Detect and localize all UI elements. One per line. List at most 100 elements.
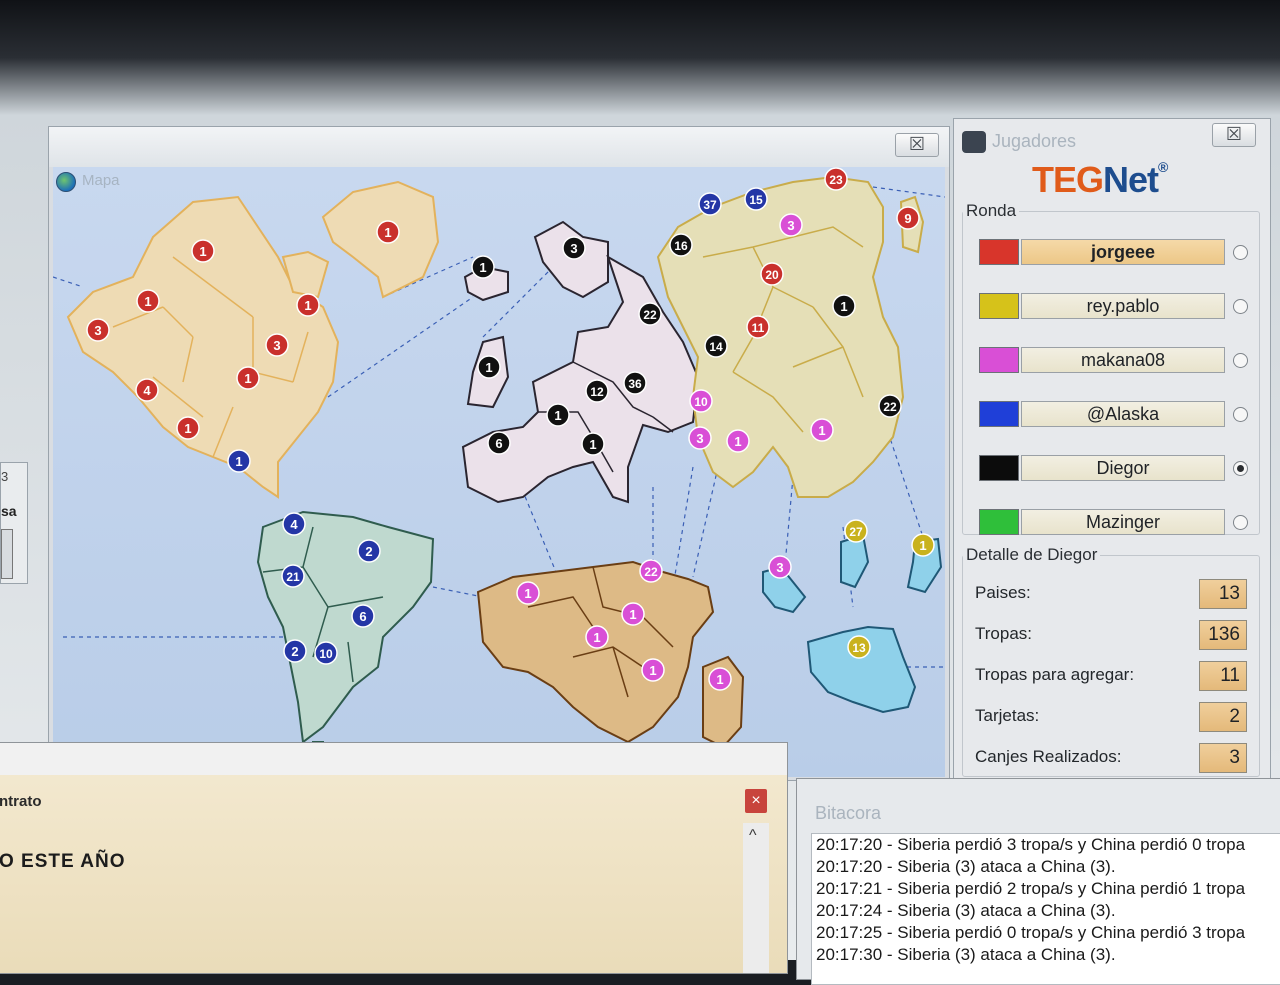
army-count: 21 bbox=[286, 570, 300, 584]
map-close-button[interactable]: ☒ bbox=[895, 133, 939, 157]
army-badge[interactable]: 3 bbox=[265, 333, 289, 357]
army-badge[interactable]: 1 bbox=[236, 366, 260, 390]
army-badge[interactable]: 2 bbox=[283, 639, 307, 663]
army-badge[interactable]: 9 bbox=[896, 206, 920, 230]
army-badge[interactable]: 1 bbox=[708, 667, 732, 691]
detail-row: Tropas: 136 bbox=[975, 620, 1255, 650]
army-badge[interactable]: 12 bbox=[585, 379, 609, 403]
player-radio[interactable] bbox=[1233, 515, 1248, 530]
army-badge[interactable]: 27 bbox=[844, 519, 868, 543]
army-badge[interactable]: 4 bbox=[282, 512, 306, 536]
army-badge[interactable]: 37 bbox=[698, 192, 722, 216]
army-badge[interactable]: 4 bbox=[135, 378, 159, 402]
player-color-swatch bbox=[979, 239, 1019, 265]
army-count: 1 bbox=[524, 586, 531, 601]
army-badge[interactable]: 36 bbox=[623, 371, 647, 395]
army-badge[interactable]: 1 bbox=[726, 429, 750, 453]
army-badge[interactable]: 3 bbox=[562, 236, 586, 260]
army-count: 1 bbox=[485, 360, 492, 375]
scroll-up-icon[interactable]: ^ bbox=[749, 827, 757, 845]
map-canvas[interactable]: 1 1 3 1 1 3 4 1 1 1 4 2 21 6 2 10 1 3 22 1 12 36 1 6 1 16 14 1 22 37 1… bbox=[53, 167, 945, 777]
army-badge[interactable]: 1 bbox=[176, 416, 200, 440]
army-badge[interactable]: 1 bbox=[810, 418, 834, 442]
army-badge[interactable]: 1 bbox=[191, 239, 215, 263]
army-badge[interactable]: 22 bbox=[639, 559, 663, 583]
army-badge[interactable]: 21 bbox=[281, 564, 305, 588]
detail-value: 3 bbox=[1199, 743, 1247, 773]
army-badge[interactable]: 1 bbox=[136, 289, 160, 313]
army-count: 1 bbox=[840, 299, 847, 314]
player-radio[interactable] bbox=[1233, 461, 1248, 476]
log-area[interactable]: 20:17:20 - Siberia perdió 3 tropa/s y Ch… bbox=[811, 833, 1280, 985]
player-radio[interactable] bbox=[1233, 407, 1248, 422]
log-line: 20:17:20 - Siberia perdió 3 tropa/s y Ch… bbox=[816, 835, 1246, 854]
army-badge[interactable]: 1 bbox=[641, 658, 665, 682]
army-badge[interactable]: 1 bbox=[471, 255, 495, 279]
army-badge[interactable]: 10 bbox=[689, 389, 713, 413]
player-row[interactable]: rey.pablo bbox=[979, 289, 1259, 323]
army-badge[interactable]: 1 bbox=[227, 449, 251, 473]
army-badge[interactable]: 1 bbox=[832, 294, 856, 318]
map-titlebar[interactable] bbox=[49, 127, 949, 167]
player-row[interactable]: jorgeee bbox=[979, 235, 1259, 269]
player-row[interactable]: makana08 bbox=[979, 343, 1259, 377]
army-badge[interactable]: 3 bbox=[86, 318, 110, 342]
army-count: 6 bbox=[359, 609, 366, 624]
army-badge[interactable]: 6 bbox=[351, 604, 375, 628]
army-badge[interactable]: 13 bbox=[847, 635, 871, 659]
world-map[interactable]: 1131 134111422162 1013221123616 1161412237 1… bbox=[53, 167, 945, 777]
army-badge[interactable]: 20 bbox=[760, 262, 784, 286]
army-badge[interactable]: 1 bbox=[296, 293, 320, 317]
side-window-top-text: 3 bbox=[1, 469, 9, 484]
army-badge[interactable]: 1 bbox=[585, 625, 609, 649]
army-badge[interactable]: 1 bbox=[546, 403, 570, 427]
army-count: 37 bbox=[703, 198, 717, 212]
army-badge[interactable]: 15 bbox=[744, 187, 768, 211]
contrato-titlebar[interactable] bbox=[0, 743, 787, 775]
side-window-button[interactable] bbox=[1, 529, 13, 579]
tegnet-logo: TEGNet® bbox=[1032, 159, 1168, 201]
army-badge[interactable]: 14 bbox=[704, 334, 728, 358]
players-close-button[interactable]: ☒ bbox=[1212, 123, 1256, 147]
army-badge[interactable]: 22 bbox=[878, 394, 902, 418]
army-badge[interactable]: 3 bbox=[688, 426, 712, 450]
player-name: @Alaska bbox=[1021, 401, 1225, 427]
army-count: 2 bbox=[291, 644, 298, 659]
army-count: 3 bbox=[570, 241, 577, 256]
contrato-title: ntrato bbox=[0, 793, 42, 810]
army-badge[interactable]: 2 bbox=[357, 539, 381, 563]
army-badge[interactable]: 22 bbox=[638, 302, 662, 326]
army-badge[interactable]: 1 bbox=[581, 432, 605, 456]
army-badge[interactable]: 1 bbox=[621, 602, 645, 626]
player-radio[interactable] bbox=[1233, 245, 1248, 260]
contrato-scrollbar[interactable] bbox=[743, 823, 769, 973]
bitacora-title: Bitacora bbox=[815, 803, 882, 823]
army-badge[interactable]: 16 bbox=[669, 233, 693, 257]
army-count: 1 bbox=[184, 421, 191, 436]
detail-value: 11 bbox=[1199, 661, 1247, 691]
army-badge[interactable]: 1 bbox=[477, 355, 501, 379]
bitacora-window: Bitacora 20:17:20 - Siberia perdió 3 tro… bbox=[796, 778, 1280, 985]
detail-value: 136 bbox=[1199, 620, 1247, 650]
player-radio[interactable] bbox=[1233, 299, 1248, 314]
player-row[interactable]: Diegor bbox=[979, 451, 1259, 485]
army-badge[interactable]: 3 bbox=[779, 213, 803, 237]
army-count: 6 bbox=[495, 436, 502, 451]
army-count: 1 bbox=[244, 371, 251, 386]
player-radio[interactable] bbox=[1233, 353, 1248, 368]
contrato-close-button[interactable]: × bbox=[745, 789, 767, 813]
army-badge[interactable]: 3 bbox=[768, 555, 792, 579]
army-count: 10 bbox=[319, 647, 333, 661]
army-badge[interactable]: 1 bbox=[516, 581, 540, 605]
player-name: rey.pablo bbox=[1021, 293, 1225, 319]
army-badge[interactable]: 10 bbox=[314, 641, 338, 665]
player-row[interactable]: @Alaska bbox=[979, 397, 1259, 431]
army-badge[interactable]: 1 bbox=[376, 220, 400, 244]
army-badge[interactable]: 6 bbox=[487, 431, 511, 455]
army-badge[interactable]: 1 bbox=[911, 533, 935, 557]
player-row[interactable]: Mazinger bbox=[979, 505, 1259, 539]
army-badge[interactable]: 11 bbox=[746, 315, 770, 339]
army-count: 3 bbox=[696, 431, 703, 446]
army-badge[interactable]: 23 bbox=[824, 167, 848, 191]
continent-south-america[interactable] bbox=[256, 510, 435, 749]
